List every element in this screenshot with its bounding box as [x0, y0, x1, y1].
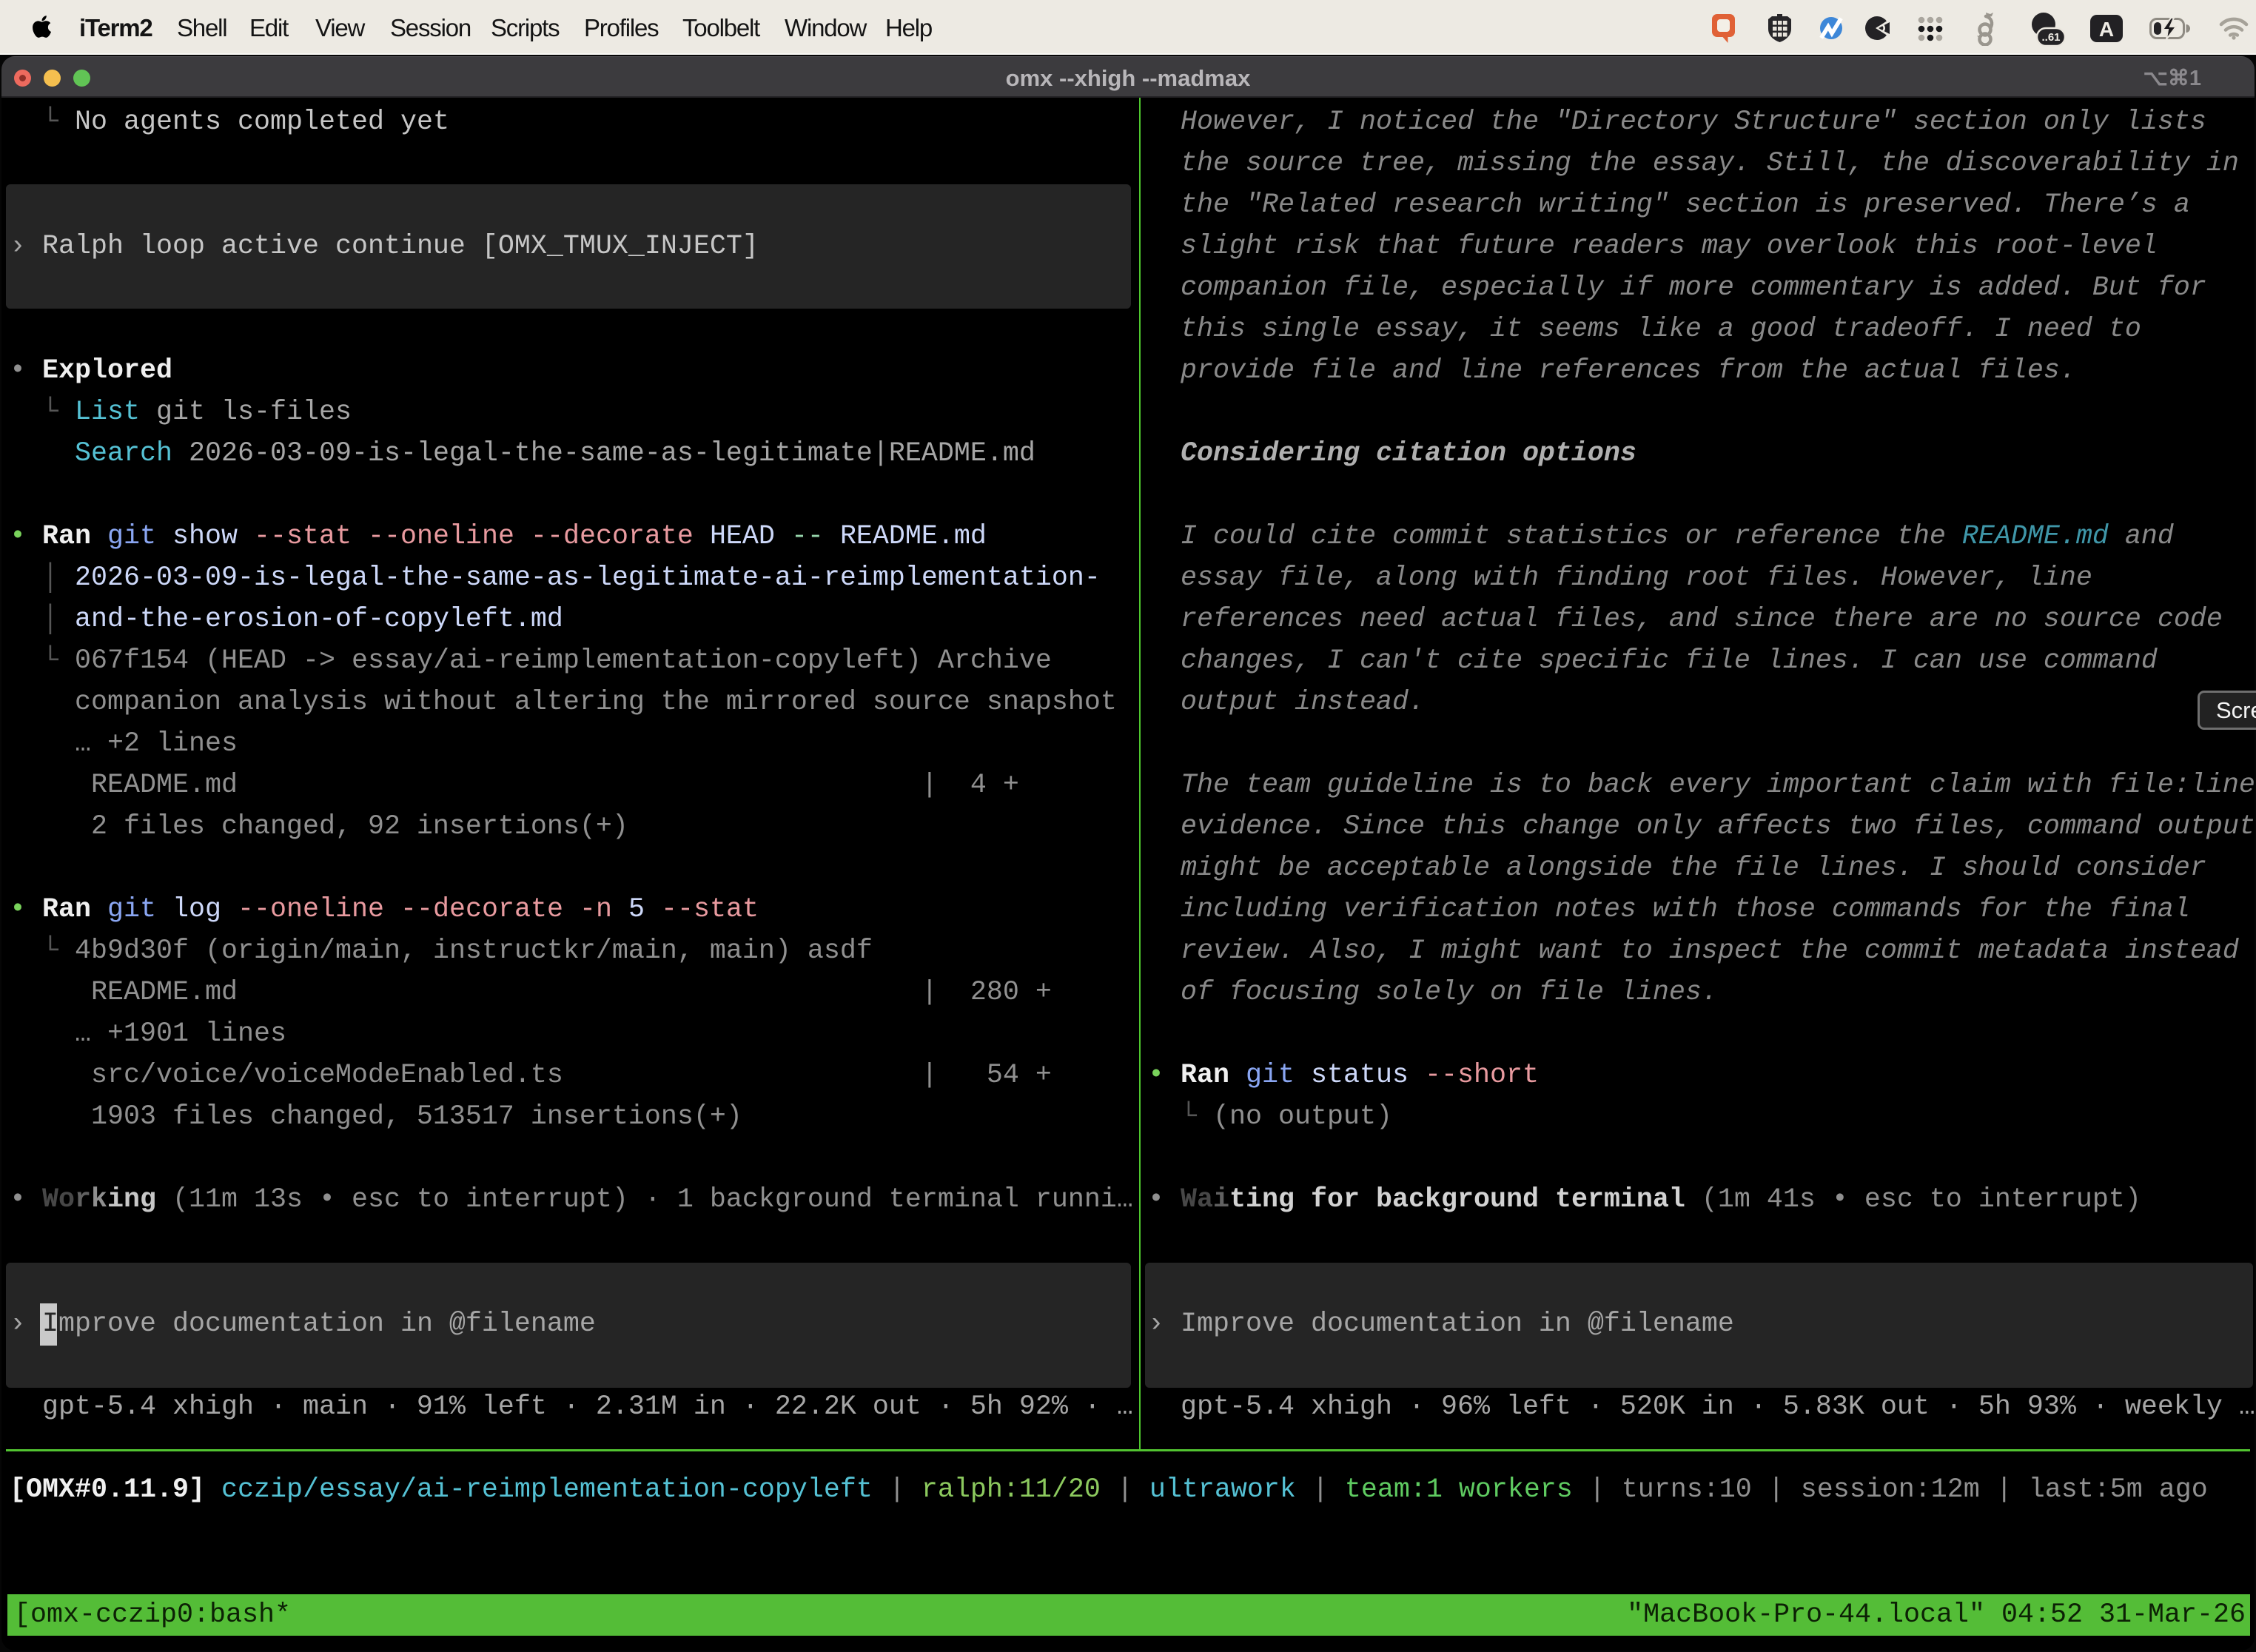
svg-text:..61: ..61 [2041, 31, 2060, 44]
svg-text:A: A [2099, 18, 2114, 41]
